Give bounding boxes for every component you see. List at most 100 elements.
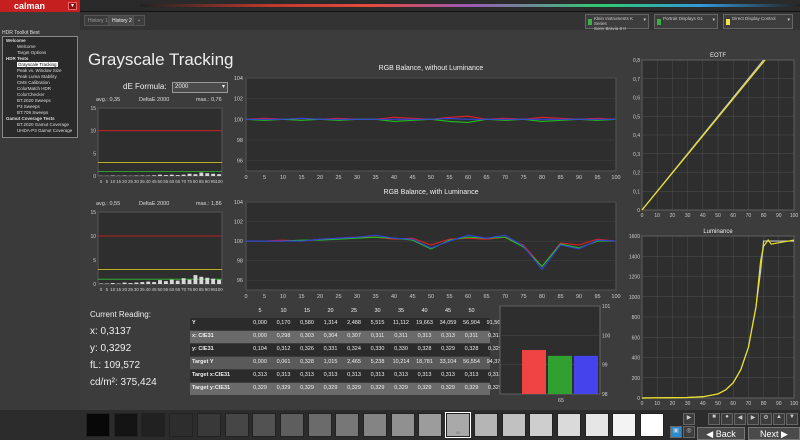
x-tick-label: 0 — [641, 213, 644, 219]
tree-group-hdr-tests[interactable]: HDR Tests — [6, 56, 28, 61]
delta-e-bar — [205, 277, 210, 284]
y-tick-label: 104 — [234, 200, 243, 206]
table-cell: 0,330 — [370, 346, 385, 352]
delta-e-bar — [217, 174, 221, 176]
y-tick-label: 98 — [237, 259, 243, 265]
settings-icon[interactable]: ⚙ — [760, 413, 772, 425]
x-tick-label: 100 — [611, 294, 620, 300]
table-cell: 0,061 — [276, 359, 291, 365]
patch-swatch[interactable] — [556, 413, 581, 437]
patch-swatch[interactable] — [279, 413, 304, 437]
tree-item-bt2020-sweeps[interactable]: BT.2020 Sweeps — [17, 98, 51, 103]
table-cell: 56,904 — [463, 320, 480, 326]
target-icon[interactable]: ◎ — [683, 426, 695, 438]
y-tick-label: 5 — [93, 258, 96, 264]
tree-item-target-options[interactable]: Target Options — [17, 50, 46, 55]
display-icon[interactable]: ▣ — [670, 426, 682, 438]
delta-e-bar — [193, 174, 198, 176]
tree-item-cms[interactable]: CMS Calibration — [17, 80, 50, 85]
tree-item-welcome[interactable]: Welcome — [17, 44, 36, 49]
x-tick-label: 15 — [116, 287, 122, 292]
x-tick-label: 70 — [746, 401, 752, 407]
patch-swatch[interactable] — [169, 413, 194, 437]
tree-item-peak-luma[interactable]: Peak Luma Stability — [17, 74, 57, 79]
reading-y: y: 0,3292 — [90, 343, 132, 354]
patch-swatch[interactable] — [529, 413, 554, 437]
up-icon[interactable]: ▲ — [773, 413, 785, 425]
tree-item-peak-window[interactable]: Peak vs. Window Size — [17, 68, 62, 73]
x-tick-label: 0 — [641, 401, 644, 407]
patch-swatch[interactable] — [113, 413, 138, 437]
x-tick-label: 85 — [557, 175, 563, 181]
chart-title: RGB Balance, without Luminance — [379, 65, 484, 72]
delta-e-bar — [152, 175, 157, 176]
patch-swatch[interactable] — [640, 413, 664, 437]
x-tick-label: 10 — [654, 401, 660, 407]
tree-group-welcome[interactable]: Welcome — [6, 38, 26, 43]
x-tick-label: 20 — [122, 179, 128, 184]
tree-item-uhda-gamut[interactable]: UHDA-P3 Gamut Coverage — [17, 128, 72, 133]
x-tick-label: 65 — [483, 294, 489, 300]
chevron-down-icon: ▾ — [712, 17, 715, 23]
y-tick-label: 0,5 — [633, 114, 640, 120]
table-cell: 0,329 — [347, 385, 361, 391]
patch-swatch[interactable] — [141, 413, 166, 437]
x-tick-label: 10 — [110, 287, 116, 292]
table-cell: 30 — [374, 308, 381, 314]
device-source[interactable]: Portrait Displays G1 ▾ — [654, 14, 718, 29]
patch-swatch[interactable] — [86, 413, 110, 437]
x-tick-label: 40 — [146, 179, 152, 184]
patch-swatch[interactable] — [584, 413, 609, 437]
down-icon[interactable]: ▼ — [786, 413, 798, 425]
tree-group-gamut[interactable]: Gamut Coverage Tests — [6, 116, 55, 121]
tree-item-grayscale-tracking[interactable]: Grayscale Tracking — [17, 62, 58, 67]
patch-swatch[interactable] — [501, 413, 526, 437]
prev-icon[interactable]: ◀ — [734, 413, 746, 425]
add-tab-icon[interactable]: + — [133, 15, 145, 26]
patch-swatch[interactable] — [390, 413, 415, 437]
patch-swatch[interactable] — [612, 413, 637, 437]
x-tick-label: 80 — [539, 175, 545, 181]
device-display[interactable]: Direct Display Control ▾ — [723, 14, 793, 29]
tree-item-colorchecker[interactable]: ColorChecker — [17, 92, 45, 97]
y-tick-label: 99 — [602, 363, 608, 369]
patch-swatch[interactable] — [418, 413, 443, 437]
patch-swatch[interactable] — [224, 413, 249, 437]
next-button[interactable]: Next ▶ — [748, 427, 800, 440]
x-tick-label: 25 — [335, 175, 341, 181]
x-tick-label: 85 — [557, 294, 563, 300]
patch-swatch[interactable] — [196, 413, 221, 437]
stop-icon[interactable]: ■ — [708, 413, 720, 425]
delta-e-bar — [199, 276, 204, 284]
next-icon[interactable]: ▶ — [747, 413, 759, 425]
patch-swatch[interactable] — [307, 413, 332, 437]
x-tick-label: 45 — [409, 294, 415, 300]
tree-item-bt2020-gamut[interactable]: BT.2020 Gamut Coverage — [17, 122, 69, 127]
tree-item-colormatch[interactable]: ColorMatch HDR — [17, 86, 51, 91]
table-cell: 0,303 — [300, 333, 314, 339]
tree-item-p3-sweeps[interactable]: P3 Sweeps — [17, 104, 40, 109]
table-cell: 0,313 — [253, 372, 267, 378]
x-tick-label: 20 — [670, 213, 676, 219]
tree-item-bt709-sweeps[interactable]: BT.709 Sweeps — [17, 110, 48, 115]
record-icon[interactable]: ● — [721, 413, 733, 425]
x-tick-label: 45 — [409, 175, 415, 181]
patch-swatch[interactable] — [335, 413, 360, 437]
logo-menu-chevron-icon[interactable]: ▾ — [68, 2, 77, 10]
patch-swatch[interactable] — [473, 413, 498, 437]
table-cell: 15 — [303, 308, 311, 314]
patch-swatch[interactable]: 65 — [445, 412, 472, 438]
back-button[interactable]: ◀ Back — [697, 427, 745, 440]
play-icon[interactable]: ▶ — [683, 413, 695, 425]
delta-e-bar — [187, 279, 192, 284]
de1-avg: avg.: 0,35 — [96, 97, 121, 103]
delta-e-bar — [175, 175, 180, 176]
x-tick-label: 65 — [558, 398, 564, 404]
patch-swatch[interactable] — [363, 413, 387, 437]
x-tick-label: 5 — [106, 179, 109, 184]
table-cell: 0,104 — [253, 346, 267, 352]
tab-history-2[interactable]: History 2 — [108, 15, 136, 26]
device-meter[interactable]: Klein Instruments K Series Sony Bravia 8… — [585, 14, 649, 31]
de-formula-select[interactable]: 2000 ▾ — [172, 82, 228, 93]
patch-swatch[interactable] — [252, 413, 277, 437]
